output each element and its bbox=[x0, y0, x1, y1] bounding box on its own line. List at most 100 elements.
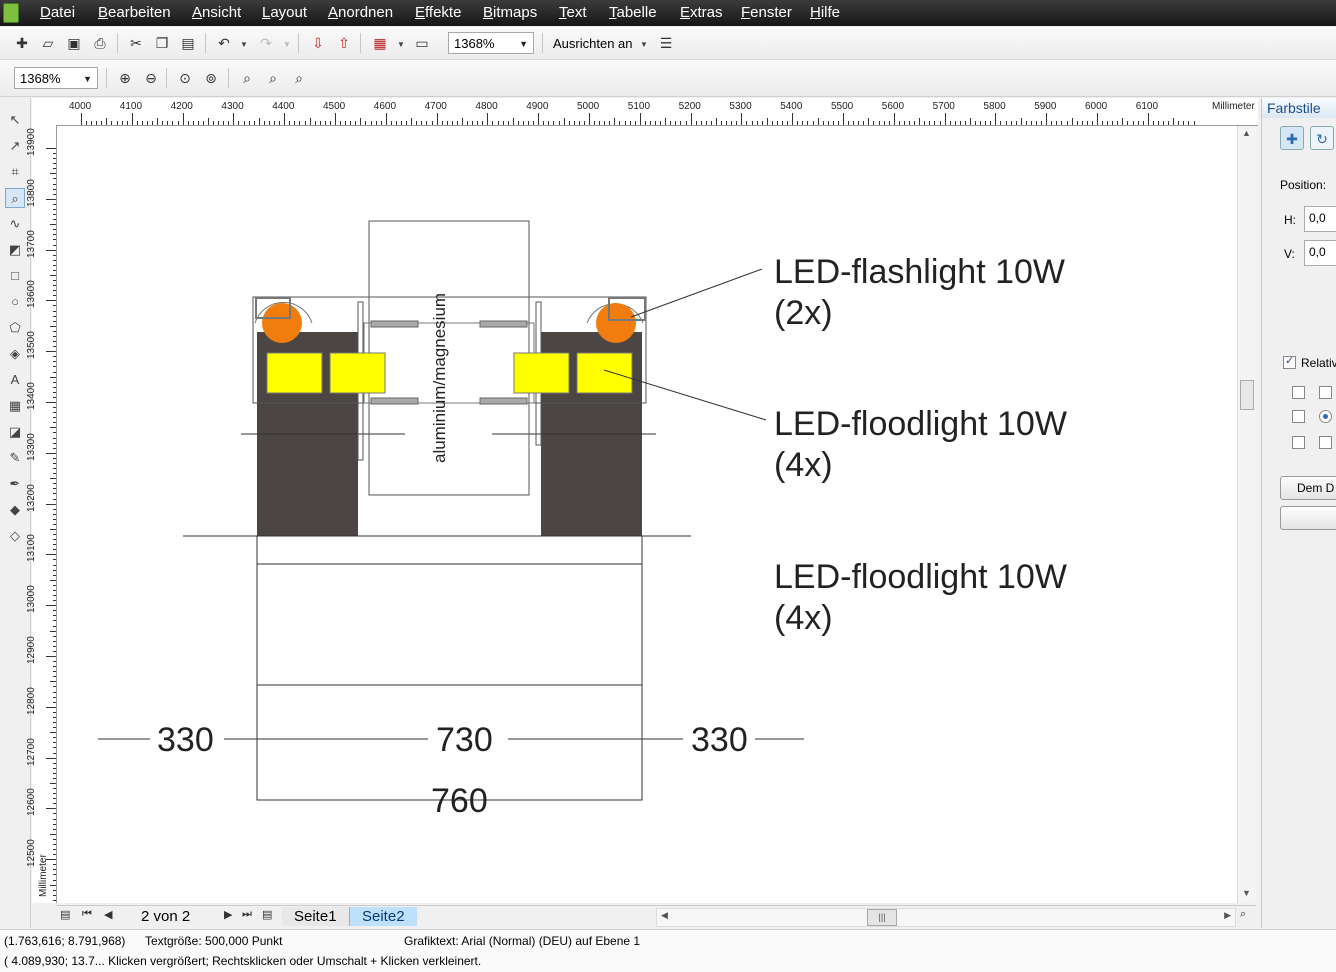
page-tab-seite1[interactable]: Seite1 bbox=[282, 907, 350, 926]
redo-icon[interactable]: ↷ bbox=[256, 33, 276, 53]
shape-tool-icon[interactable]: ↗ bbox=[5, 136, 25, 156]
open-folder-icon[interactable]: ▱ bbox=[38, 33, 58, 53]
last-page-icon[interactable]: ⏭ bbox=[242, 908, 252, 921]
callout-flashlight-line1[interactable]: LED-flashlight 10W bbox=[774, 253, 1065, 291]
left-flashlight[interactable] bbox=[262, 303, 302, 343]
horizontal-scroll-thumb[interactable]: ||| bbox=[867, 909, 897, 926]
new-document-icon[interactable]: ✚ bbox=[12, 33, 32, 53]
ellipse-tool-icon[interactable]: ○ bbox=[5, 292, 25, 312]
eyedropper-tool-icon[interactable]: ✎ bbox=[5, 448, 25, 468]
anchor-checkbox[interactable] bbox=[1319, 436, 1332, 449]
freehand-tool-icon[interactable]: ∿ bbox=[5, 214, 25, 234]
right-flashlight[interactable] bbox=[596, 303, 636, 343]
zoom-page-width-icon[interactable]: ⌕ bbox=[263, 68, 283, 88]
pick-tool-icon[interactable]: ↖ bbox=[5, 110, 25, 130]
publish-pdf-icon[interactable]: ▦ bbox=[370, 33, 390, 53]
new-color-style-icon[interactable]: ✚ bbox=[1280, 126, 1304, 150]
publish-dropdown-icon[interactable]: ▼ bbox=[397, 40, 405, 49]
menu-fenster[interactable]: Fenster bbox=[741, 4, 792, 21]
v-position-field[interactable]: 0,0 bbox=[1304, 240, 1336, 266]
convert-icon[interactable]: ↻ bbox=[1310, 126, 1334, 150]
bracket-bar[interactable] bbox=[479, 397, 528, 405]
callout-floodlight-line1[interactable]: LED-floodlight 10W bbox=[774, 405, 1067, 443]
horizontal-ruler[interactable]: 4000 4100 4200 4300 4400 4500 4600 4700 4800 4900… bbox=[56, 98, 1258, 126]
fill-tool-icon[interactable]: ◆ bbox=[5, 500, 25, 520]
application-launcher-icon[interactable]: ▭ bbox=[412, 33, 432, 53]
bracket-bar[interactable] bbox=[370, 320, 419, 328]
vertical-ruler[interactable]: 13900 13800 13700 13600 13500 13400 13300 13200… bbox=[26, 125, 57, 903]
apply-to-document-button[interactable]: Dem D bbox=[1280, 476, 1336, 500]
material-label[interactable]: aluminium/magnesium bbox=[430, 293, 449, 463]
anchor-radio-center[interactable] bbox=[1319, 410, 1332, 423]
import-icon[interactable]: ⇩ bbox=[308, 33, 328, 53]
zoom-page-height-icon[interactable]: ⌕ bbox=[289, 68, 309, 88]
dimension-bottom[interactable]: 760 bbox=[431, 782, 488, 820]
redo-dropdown-icon[interactable]: ▼ bbox=[283, 40, 291, 49]
dimension-center[interactable]: 730 bbox=[436, 721, 493, 759]
zoom-selected-icon[interactable]: ⊙ bbox=[175, 68, 195, 88]
menu-extras[interactable]: Extras bbox=[680, 4, 723, 21]
floodlight-4[interactable] bbox=[576, 352, 633, 394]
docker-title[interactable]: Farbstile bbox=[1262, 98, 1336, 118]
paste-icon[interactable]: ▤ bbox=[178, 33, 198, 53]
print-icon[interactable]: ⎙ bbox=[90, 33, 110, 53]
zoom-all-objects-icon[interactable]: ⊚ bbox=[201, 68, 221, 88]
copy-icon[interactable]: ❐ bbox=[152, 33, 172, 53]
zoom-combo[interactable]: 1368% ▼ bbox=[14, 67, 98, 89]
first-page-icon[interactable]: ⏮ bbox=[82, 908, 92, 921]
h-position-field[interactable]: 0,0 bbox=[1304, 206, 1336, 232]
callout-floodlight-line2[interactable]: (4x) bbox=[774, 446, 833, 484]
save-icon[interactable]: ▣ bbox=[64, 33, 84, 53]
center-housing[interactable] bbox=[368, 220, 530, 496]
vertical-scroll-thumb[interactable] bbox=[1240, 380, 1254, 410]
options-icon[interactable]: ☰ bbox=[656, 33, 676, 53]
interactive-fill-tool-icon[interactable]: ◇ bbox=[5, 526, 25, 546]
polygon-tool-icon[interactable]: ⬠ bbox=[5, 318, 25, 338]
horizontal-scrollbar[interactable]: ◀ ||| ▶ bbox=[656, 908, 1236, 927]
zoom-page-icon[interactable]: ⌕ bbox=[237, 68, 257, 88]
anchor-checkbox[interactable] bbox=[1292, 410, 1305, 423]
floodlight-1[interactable] bbox=[266, 352, 323, 394]
menu-datei[interactable]: Datei bbox=[40, 4, 75, 21]
zoom-out-icon[interactable]: ⊖ bbox=[141, 68, 161, 88]
scroll-right-icon[interactable]: ▶ bbox=[1224, 910, 1231, 921]
undo-dropdown-icon[interactable]: ▼ bbox=[240, 40, 248, 49]
zoom-tool-icon[interactable]: ⌕ bbox=[5, 188, 25, 208]
floodlight-3[interactable] bbox=[513, 352, 570, 394]
smart-fill-tool-icon[interactable]: ◩ bbox=[5, 240, 25, 260]
bracket-bar[interactable] bbox=[479, 320, 528, 328]
navigator-zoom-icon[interactable]: ⌕ bbox=[1240, 908, 1246, 921]
export-icon[interactable]: ⇧ bbox=[334, 33, 354, 53]
outline-pen-tool-icon[interactable]: ✒ bbox=[5, 474, 25, 494]
callout-floodlight-b-line2[interactable]: (4x) bbox=[774, 599, 833, 637]
add-page-icon[interactable]: ▤ bbox=[262, 908, 272, 921]
snap-dropdown-icon[interactable]: ▼ bbox=[640, 40, 648, 49]
lower-box[interactable] bbox=[256, 535, 643, 801]
scroll-left-icon[interactable]: ◀ bbox=[661, 910, 668, 921]
scroll-up-icon[interactable]: ▲ bbox=[1242, 128, 1251, 138]
menu-bearbeiten[interactable]: Bearbeiten bbox=[98, 4, 171, 21]
apply-button[interactable] bbox=[1280, 506, 1336, 530]
snap-to-button[interactable]: Ausrichten an bbox=[553, 36, 633, 51]
cut-icon[interactable]: ✂ bbox=[126, 33, 146, 53]
bracket-bar[interactable] bbox=[370, 397, 419, 405]
previous-page-icon[interactable]: ◀ bbox=[104, 908, 112, 921]
inner-frame[interactable] bbox=[363, 322, 535, 404]
vertical-scrollbar[interactable]: ▲ ▼ bbox=[1237, 126, 1256, 903]
menu-tabelle[interactable]: Tabelle bbox=[609, 4, 657, 21]
zoom-in-icon[interactable]: ⊕ bbox=[115, 68, 135, 88]
callout-leader[interactable] bbox=[630, 268, 763, 318]
menu-hilfe[interactable]: Hilfe bbox=[810, 4, 840, 21]
text-tool-icon[interactable]: A bbox=[5, 370, 25, 390]
crop-tool-icon[interactable]: ⌗ bbox=[5, 162, 25, 182]
basic-shapes-tool-icon[interactable]: ◈ bbox=[5, 344, 25, 364]
undo-icon[interactable]: ↶ bbox=[214, 33, 234, 53]
callout-flashlight-line2[interactable]: (2x) bbox=[774, 294, 833, 332]
menu-text[interactable]: Text bbox=[559, 4, 587, 21]
page-tab-seite2[interactable]: Seite2 bbox=[350, 907, 417, 926]
relative-checkbox[interactable] bbox=[1283, 354, 1296, 369]
ruler-origin[interactable] bbox=[32, 98, 56, 125]
floodlight-2[interactable] bbox=[329, 352, 386, 394]
page-settings-icon[interactable]: ▤ bbox=[60, 908, 70, 921]
anchor-checkbox[interactable] bbox=[1319, 386, 1332, 399]
